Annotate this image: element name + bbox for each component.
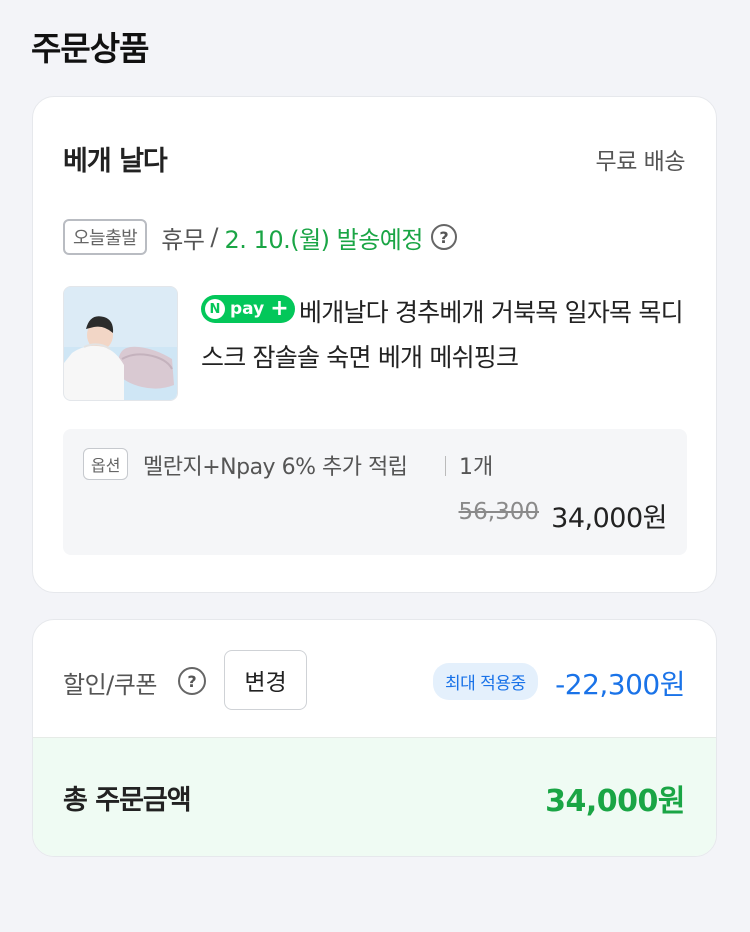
order-product-card: 베개 날다 무료 배송 오늘출발 휴무 / 2. 10.(월) 발송예정 ? N… — [32, 96, 717, 593]
option-box: 옵션 멜란지+Npay 6% 추가 적립 1개 56,300 34,000원 — [63, 429, 687, 555]
store-name[interactable]: 베개 날다 — [63, 139, 168, 178]
total-label: 총 주문금액 — [63, 785, 192, 816]
max-applied-badge: 최대 적용중 — [433, 663, 538, 700]
page-title: 주문상품 — [31, 29, 149, 68]
discount-amount: -22,300원 — [555, 668, 685, 701]
ship-date: 2. 10.(월) 발송예정 — [224, 225, 424, 254]
help-icon[interactable]: ? — [178, 667, 206, 695]
total-amount: 34,000원 — [545, 784, 685, 819]
separator: / — [210, 223, 219, 251]
sale-price: 34,000원 — [551, 503, 667, 534]
original-price: 56,300 — [458, 499, 539, 525]
pillow-product-image — [64, 287, 177, 400]
price-summary-card: 할인/쿠폰 ? 변경 최대 적용중 -22,300원 총 주문금액 34,000… — [32, 619, 717, 857]
option-text: 멜란지+Npay 6% 추가 적립 — [143, 455, 408, 480]
shipping-fee: 무료 배송 — [595, 149, 686, 175]
help-icon[interactable]: ? — [430, 224, 457, 250]
today-dispatch-tag: 오늘출발 — [63, 219, 148, 255]
total-row: 총 주문금액 34,000원 — [33, 737, 716, 856]
option-tag: 옵션 — [83, 448, 129, 480]
divider — [445, 456, 446, 476]
product-name[interactable]: 베개날다 경추베개 거북목 일자목 목디스크 잠솔솔 숙면 베개 메쉬핑크 — [201, 290, 701, 380]
holiday-text: 휴무 — [161, 225, 205, 254]
product-thumbnail[interactable] — [63, 286, 178, 401]
shipping-info: 오늘출발 휴무 / 2. 10.(월) 발송예정 ? — [63, 218, 457, 256]
discount-coupon-label: 할인/쿠폰 — [63, 671, 157, 699]
change-button[interactable]: 변경 — [224, 650, 307, 710]
option-quantity: 1개 — [459, 455, 494, 480]
